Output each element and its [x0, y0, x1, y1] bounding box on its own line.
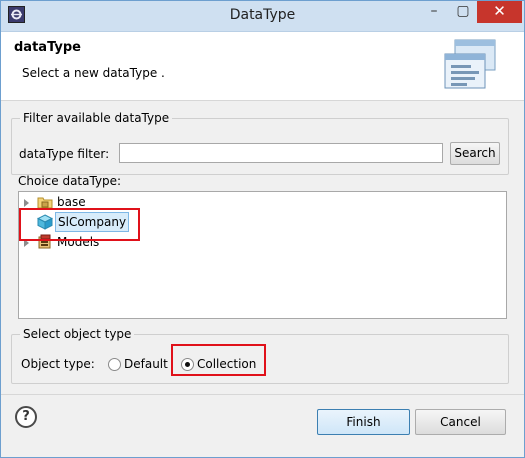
default-radio[interactable]	[108, 358, 121, 371]
datatype-dialog: DataType – ▢ ✕ dataType Select a new dat…	[0, 0, 525, 458]
close-button[interactable]: ✕	[477, 1, 522, 23]
choice-label: Choice dataType:	[18, 174, 122, 188]
footer-separator	[1, 394, 524, 395]
wizard-banner-icon	[444, 39, 496, 89]
object-type-label: Object type:	[21, 357, 95, 371]
filter-field-label: dataType filter:	[19, 147, 110, 161]
dialog-header: dataType Select a new dataType .	[1, 32, 524, 101]
slcompany-highlight-box	[19, 208, 140, 241]
object-type-group-label: Select object type	[20, 327, 135, 341]
cancel-button[interactable]: Cancel	[415, 409, 506, 435]
help-icon[interactable]: ?	[15, 406, 37, 428]
collection-highlight-box	[171, 344, 266, 376]
header-description: Select a new dataType .	[22, 66, 165, 80]
maximize-button[interactable]: ▢	[448, 1, 478, 23]
title-bar[interactable]: DataType – ▢ ✕	[1, 1, 524, 32]
default-radio-label[interactable]: Default	[124, 357, 168, 371]
minimize-button[interactable]: –	[419, 1, 449, 23]
filter-group-label: Filter available dataType	[20, 111, 173, 125]
finish-button[interactable]: Finish	[317, 409, 410, 435]
expand-arrow-icon[interactable]	[24, 199, 39, 215]
filter-group: Filter available dataType dataType filte…	[11, 111, 509, 175]
datatype-filter-input[interactable]	[119, 143, 443, 163]
search-button[interactable]: Search	[450, 142, 500, 165]
header-title: dataType	[14, 40, 81, 55]
